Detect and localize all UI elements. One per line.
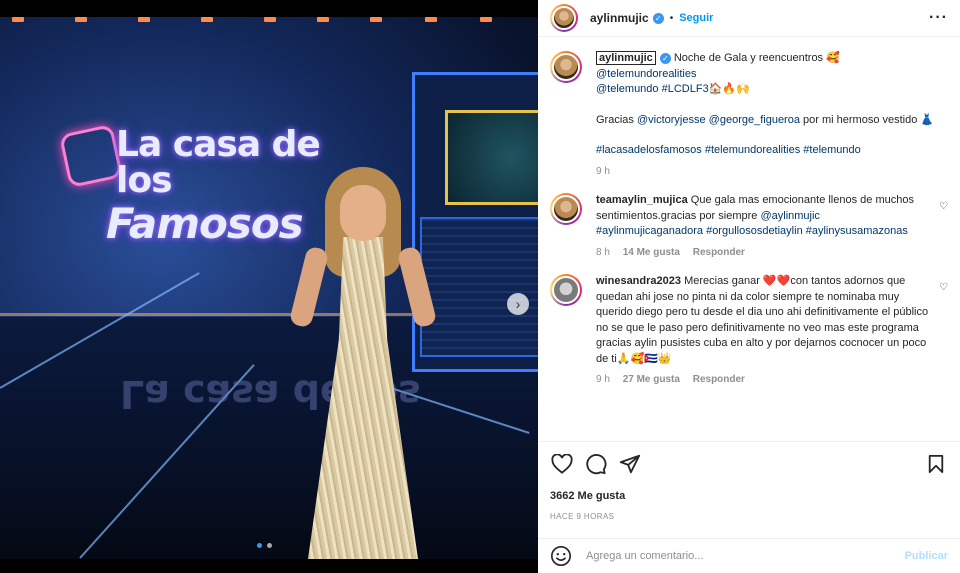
post-sidebar: aylinmujic ✓ • Seguir ··· aylinmujic ✓ No… [538, 0, 960, 573]
caption-thanks-suffix: por mi hermoso vestido 👗 [803, 113, 935, 126]
stage-light [75, 17, 87, 22]
caption-mention[interactable]: @telemundo [596, 83, 659, 95]
carousel-dot [267, 543, 273, 548]
comment-likes[interactable]: 14 Me gusta [623, 247, 680, 258]
post-photo[interactable]: La casa de los Famosos La casa de los › [0, 17, 538, 559]
stage-light [12, 17, 24, 22]
author-avatar[interactable] [550, 4, 578, 32]
stage-light [370, 17, 382, 22]
caption: aylinmujic ✓ Noche de Gala y reencuentros… [550, 51, 948, 179]
caption-text: Noche de Gala y reencuentros 🥰 [673, 52, 840, 64]
stage-light [425, 17, 437, 22]
commenter-username[interactable]: winesandra2023 [596, 275, 681, 287]
show-logo-line1: La casa de los [116, 124, 321, 201]
comment-time: 8 h [596, 246, 610, 258]
right-arm [396, 245, 438, 329]
stage-light [138, 17, 150, 22]
post-media-area: La casa de los Famosos La casa de los › [0, 0, 538, 573]
ceiling-lights [0, 17, 538, 23]
post-timestamp: HACE 9 HORAS [550, 512, 615, 521]
caption-time: 9 h [596, 165, 610, 177]
caption-emoji: 🏠🔥🙌 [708, 83, 750, 95]
stage-light [480, 17, 492, 22]
comment-text: Merecias ganar ❤️❤️con tantos adornos qu… [596, 275, 929, 365]
caption-hashtag[interactable]: #LCDLF3 [662, 83, 709, 95]
save-bookmark-icon[interactable] [924, 452, 948, 476]
follow-button[interactable]: Seguir [679, 12, 713, 24]
likes-count[interactable]: 3662 Me gusta [550, 490, 948, 502]
caption-author-username[interactable]: aylinmujic [596, 51, 656, 65]
comment-likes[interactable]: 27 Me gusta [623, 374, 680, 385]
comment-mention[interactable]: @aylinmujic [760, 210, 819, 222]
carousel-dot-active [257, 543, 262, 548]
sequin-gown [308, 237, 418, 559]
woman-in-gown [288, 167, 438, 559]
reply-button[interactable]: Responder [693, 247, 745, 258]
verified-badge-icon: ✓ [652, 12, 664, 24]
comment-item: teamaylin_mujica Que gala mas emocionant… [550, 193, 948, 260]
left-arm [288, 245, 330, 329]
carousel-next-button[interactable]: › [507, 293, 529, 315]
reply-button[interactable]: Responder [693, 374, 745, 385]
commenter-avatar[interactable] [550, 193, 582, 225]
post-actions: 3662 Me gusta HACE 9 HORAS [538, 441, 960, 521]
face [340, 185, 386, 241]
caption-mention[interactable]: @victoryjesse [637, 114, 706, 126]
comments-list[interactable]: aylinmujic ✓ Noche de Gala y reencuentros… [538, 37, 960, 441]
show-logo: La casa de los Famosos [60, 124, 321, 248]
publish-button[interactable]: Publicar [905, 550, 948, 562]
caption-mention[interactable]: @telemundorealities [596, 68, 696, 80]
caption-hashtags[interactable]: #lacasadelosfamosos #telemundorealities … [596, 143, 938, 159]
author-username[interactable]: aylinmujic [590, 11, 649, 25]
comment-item: winesandra2023 Merecias ganar ❤️❤️con ta… [550, 274, 948, 388]
caption-author-avatar[interactable] [550, 51, 582, 83]
comment-hashtags[interactable]: #aylinmujicaganadora #orgullososdetiayli… [596, 225, 908, 237]
show-logo-line2: Famosos [106, 199, 304, 248]
separator-dot: • [669, 12, 674, 24]
stage-light [201, 17, 213, 22]
more-options-icon[interactable]: ··· [929, 9, 948, 27]
post-header: aylinmujic ✓ • Seguir ··· [538, 0, 960, 37]
add-comment-bar: Publicar [538, 538, 960, 573]
like-comment-heart-icon[interactable]: ♡ [939, 282, 948, 388]
stage-light [264, 17, 276, 22]
like-heart-icon[interactable] [550, 452, 574, 476]
emoji-icon[interactable] [550, 545, 572, 567]
comment-bubble-icon[interactable] [584, 452, 608, 476]
stage-screen-inner [445, 110, 538, 205]
commenter-avatar[interactable] [550, 274, 582, 306]
caption-mention[interactable]: @george_figueroa [709, 114, 800, 126]
commenter-username[interactable]: teamaylin_mujica [596, 194, 688, 206]
comment-input[interactable] [586, 550, 905, 562]
carousel-dots [256, 539, 273, 551]
verified-badge-icon: ✓ [659, 52, 671, 64]
like-comment-heart-icon[interactable]: ♡ [939, 201, 948, 260]
comment-time: 9 h [596, 374, 610, 385]
share-send-icon[interactable] [618, 452, 642, 476]
stage-light [317, 17, 329, 22]
caption-thanks-prefix: Gracias [596, 113, 634, 126]
